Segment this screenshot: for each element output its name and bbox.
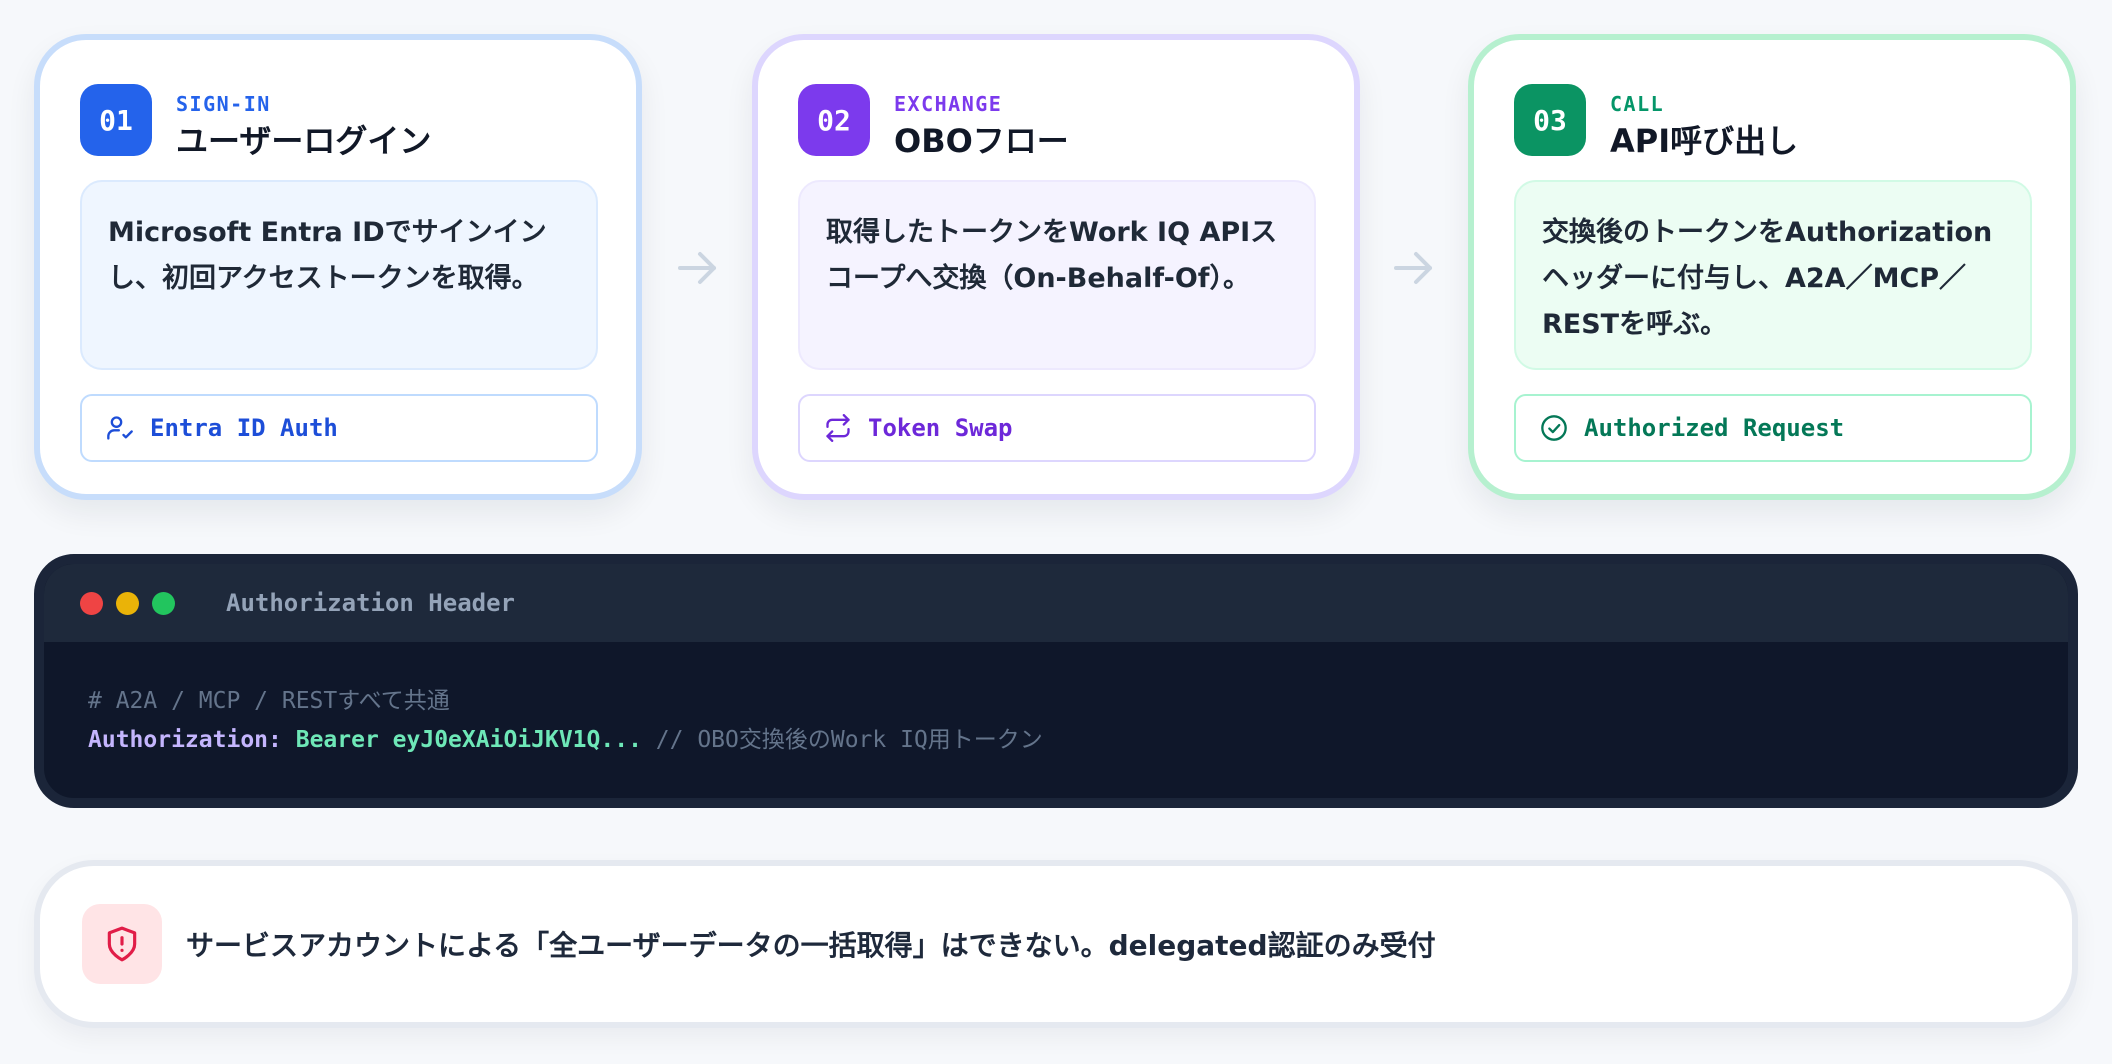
step-tag-label: Token Swap — [868, 414, 1013, 442]
arrow-right-icon — [678, 252, 716, 284]
step-description-line: ヘッダーに付与し、A2A／MCP／ — [1542, 263, 1967, 294]
step-description-line: 取得したトークンをWork IQ APIス — [826, 217, 1278, 248]
window-close-dot — [80, 591, 103, 615]
flow-steps: 01 SIGN-IN ユーザーログイン Microsoft Entra IDでサ… — [34, 34, 2078, 500]
step-title: API呼び出し — [1610, 122, 1799, 160]
swap-arrows-icon — [826, 414, 850, 442]
step-number-badge: 03 — [1514, 84, 1586, 156]
code-block: # A2A / MCP / RESTすべて共通 Authorization: Be… — [88, 682, 1043, 760]
window-minimize-dot — [116, 591, 139, 615]
user-check-icon — [107, 416, 133, 440]
step-card-exchange: 02 EXCHANGE OBOフロー 取得したトークンをWork IQ APIス… — [752, 34, 1360, 500]
code-window: Authorization Header # A2A / MCP / RESTす… — [34, 554, 2078, 808]
step-description-line: RESTを呼ぶ。 — [1542, 309, 1728, 340]
step-tag-label: Entra ID Auth — [150, 414, 338, 442]
step-kicker: SIGN-IN — [176, 92, 271, 116]
step-tag: Token Swap — [798, 394, 1316, 462]
step-title: ユーザーログイン — [176, 122, 432, 160]
code-inline-comment: // OBO交換後のWork IQ用トークン — [655, 727, 1043, 753]
code-comment: # A2A / MCP / RESTすべて共通 — [88, 688, 450, 714]
step-card-call: 03 CALL API呼び出し 交換後のトークンをAuthorization ヘ… — [1468, 34, 2076, 500]
step-tag-label: Authorized Request — [1584, 414, 1845, 442]
step-description: 取得したトークンをWork IQ APIス コープへ交換（On-Behalf-O… — [798, 180, 1316, 370]
arrow-right-icon — [1394, 252, 1432, 284]
code-window-titlebar: Authorization Header — [44, 564, 2068, 642]
window-maximize-dot — [152, 591, 175, 615]
shield-alert-icon — [107, 926, 137, 962]
note-icon-box — [82, 904, 162, 984]
step-tag: Authorized Request — [1514, 394, 2032, 462]
step-description: 交換後のトークンをAuthorization ヘッダーに付与し、A2A／MCP／… — [1514, 180, 2032, 370]
code-line: Authorization: Bearer eyJ0eXAiOiJKV1Q...… — [88, 721, 1043, 760]
code-window-title: Authorization Header — [226, 589, 515, 617]
note-text: サービスアカウントによる「全ユーザーデータの一括取得」はできない。delegat… — [186, 929, 1436, 962]
step-description: Microsoft Entra IDでサインイン し、初回アクセストークンを取得… — [80, 180, 598, 370]
step-number-badge: 01 — [80, 84, 152, 156]
step-description-line: コープへ交換（On-Behalf-Of）。 — [826, 263, 1251, 294]
step-card-sign-in: 01 SIGN-IN ユーザーログイン Microsoft Entra IDでサ… — [34, 34, 642, 500]
step-title: OBOフロー — [894, 122, 1069, 160]
step-kicker: CALL — [1610, 92, 1665, 116]
restriction-note: サービスアカウントによる「全ユーザーデータの一括取得」はできない。delegat… — [34, 860, 2078, 1028]
step-description-line: し、初回アクセストークンを取得。 — [108, 263, 539, 294]
check-circle-icon — [1541, 415, 1567, 441]
code-header-value: Bearer eyJ0eXAiOiJKV1Q... — [295, 727, 642, 753]
step-kicker: EXCHANGE — [894, 92, 1003, 116]
code-header-key: Authorization: — [88, 727, 282, 753]
step-description-line: Microsoft Entra IDでサインイン — [108, 217, 547, 248]
step-number-badge: 02 — [798, 84, 870, 156]
step-description-line: 交換後のトークンをAuthorization — [1542, 217, 1993, 248]
step-tag: Entra ID Auth — [80, 394, 598, 462]
